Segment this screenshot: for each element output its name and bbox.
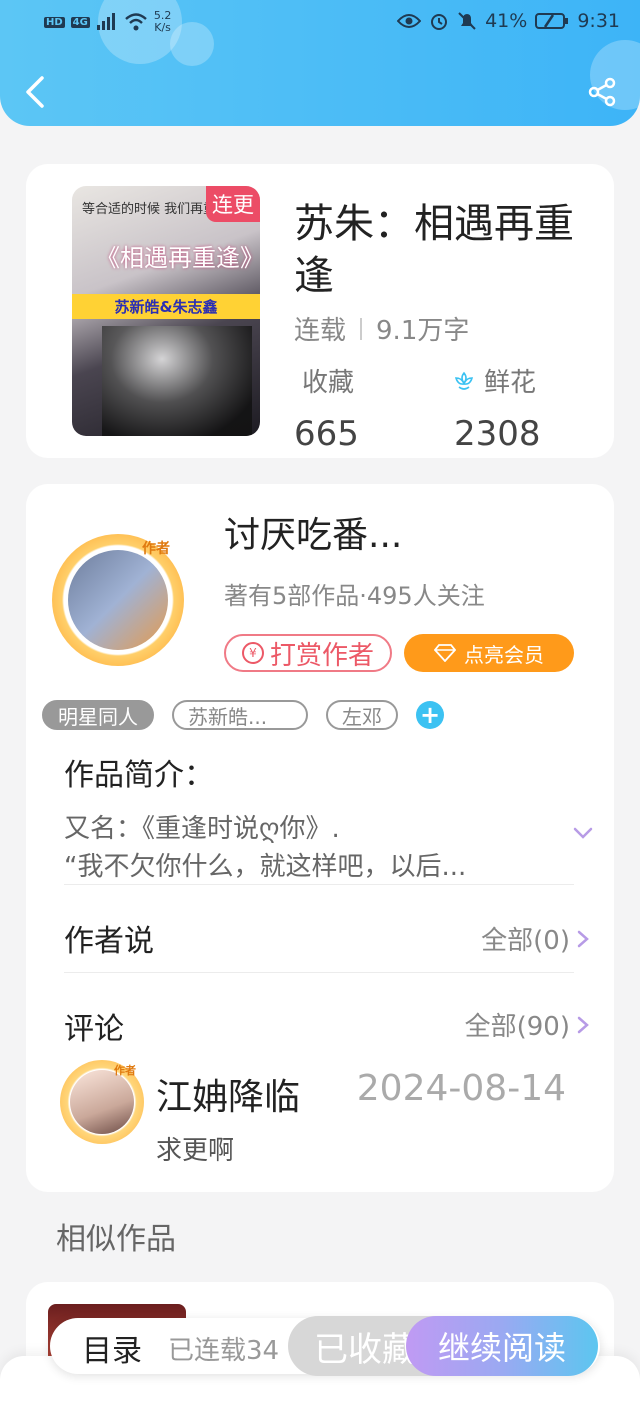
toc-progress[interactable]: 已连载34 xyxy=(168,1330,290,1367)
author-avatar-image xyxy=(68,550,168,650)
mute-bell-icon xyxy=(458,12,476,30)
author-avatar[interactable]: 作者 xyxy=(52,534,184,666)
diamond-icon xyxy=(434,644,456,662)
cover-names: 苏新皓&朱志鑫 xyxy=(72,294,260,319)
coin-icon: ¥ xyxy=(241,642,264,664)
chevron-right-icon xyxy=(577,930,589,947)
cover-title: 《相遇再重逢》 xyxy=(96,244,260,272)
synopsis-title: 作品简介： xyxy=(64,758,214,793)
meta-divider xyxy=(360,317,363,340)
alarm-icon xyxy=(431,14,448,30)
book-cover[interactable]: 等合适的时候 我们再重逢 连更 《相遇再重逢》 苏新皓&朱志鑫 xyxy=(72,186,260,436)
commenter-avatar-image xyxy=(70,1070,134,1134)
commenter-avatar[interactable]: 作者 xyxy=(60,1060,144,1144)
flowers-label: 鲜花 xyxy=(484,368,537,398)
comments-title: 评论 xyxy=(64,1012,124,1047)
header: HD 4G 5.2 K/s 41% 9:31 xyxy=(0,0,640,126)
similar-works-title: 相似作品 xyxy=(56,1222,176,1257)
comment-text[interactable]: 求更啊 xyxy=(156,1130,234,1167)
favorites-value: 665 xyxy=(294,414,359,454)
favorites-label: 收藏 xyxy=(302,368,355,398)
commenter-name[interactable]: 江姌降临 xyxy=(156,1068,300,1120)
author-says-all-link[interactable]: 全部(0) xyxy=(481,920,590,957)
info-card: 作者 讨厌吃番... 著有5部作品·495人关注 ¥ 打赏作者 点亮会员 明星同… xyxy=(26,484,614,1192)
author-name[interactable]: 讨厌吃番... xyxy=(224,506,402,558)
clock-time: 9:31 xyxy=(577,10,620,32)
synopsis-line: “我不欠你什么，就这样吧，以后... xyxy=(64,852,467,882)
cover-illustration xyxy=(102,326,252,436)
divider xyxy=(64,884,574,885)
divider xyxy=(64,972,574,973)
tag-list: 明星同人 苏新皓... 左邓 + xyxy=(42,700,444,730)
book-title: 苏朱：相遇再重逢 xyxy=(294,201,574,299)
serial-status: 连载 xyxy=(294,316,347,346)
hd-badge: HD xyxy=(44,16,65,28)
flowers-label-group: 鲜花 xyxy=(452,362,536,399)
collected-label: 已收藏 xyxy=(314,1329,416,1370)
network-badge: 4G xyxy=(70,16,90,28)
chevron-right-icon xyxy=(577,1016,589,1033)
serial-badge: 连更 xyxy=(206,186,260,222)
chevron-down-icon[interactable] xyxy=(572,822,594,844)
tag-item[interactable]: 苏新皓... xyxy=(172,700,308,730)
tip-author-button[interactable]: ¥ 打赏作者 xyxy=(224,634,392,672)
flowers-value: 2308 xyxy=(454,414,541,454)
author-says-title: 作者说 xyxy=(64,924,154,959)
add-tag-button[interactable]: + xyxy=(416,701,444,729)
battery-icon xyxy=(535,13,569,29)
continue-reading-label: 继续阅读 xyxy=(437,1329,566,1367)
author-subtitle: 著有5部作品·495人关注 xyxy=(224,582,485,610)
comments-count: 全部(90) xyxy=(464,1012,570,1042)
vip-label: 点亮会员 xyxy=(464,642,544,667)
synopsis-text[interactable]: 又名：《重逢时说ღ你》. “我不欠你什么，就这样吧，以后... xyxy=(64,810,544,886)
wifi-icon xyxy=(125,13,147,31)
toc-button[interactable]: 目录 xyxy=(82,1326,142,1370)
comment-date: 2024-08-14 xyxy=(356,1068,566,1109)
signal-icon xyxy=(96,13,115,30)
book-card: 等合适的时候 我们再重逢 连更 《相遇再重逢》 苏新皓&朱志鑫 苏朱：相遇再重逢… xyxy=(26,164,614,458)
flower-icon xyxy=(454,371,474,390)
tag-item[interactable]: 明星同人 xyxy=(42,700,154,730)
author-says-count: 全部(0) xyxy=(481,926,570,956)
author-avatar-tag: 作者 xyxy=(142,541,170,557)
eye-icon xyxy=(397,14,422,28)
word-count: 9.1万字 xyxy=(376,316,470,346)
network-speed: 5.2 K/s xyxy=(154,10,172,34)
back-icon[interactable] xyxy=(20,72,50,112)
commenter-avatar-tag: 作者 xyxy=(114,1064,136,1077)
comments-all-link[interactable]: 全部(90) xyxy=(465,1006,590,1043)
share-icon[interactable] xyxy=(586,76,618,108)
speed-unit: K/s xyxy=(154,21,171,34)
synopsis-line: 又名：《重逢时说ღ你》. xyxy=(64,814,340,844)
book-meta: 连载 9.1万字 xyxy=(294,310,469,347)
vip-button[interactable]: 点亮会员 xyxy=(404,634,574,672)
status-bar: HD 4G 5.2 K/s 41% 9:31 xyxy=(0,0,640,44)
tag-item[interactable]: 左邓 xyxy=(326,700,398,730)
battery-percent: 41% xyxy=(485,10,528,32)
continue-reading-button[interactable]: 继续阅读 xyxy=(406,1316,598,1376)
tip-author-label: 打赏作者 xyxy=(269,640,374,671)
